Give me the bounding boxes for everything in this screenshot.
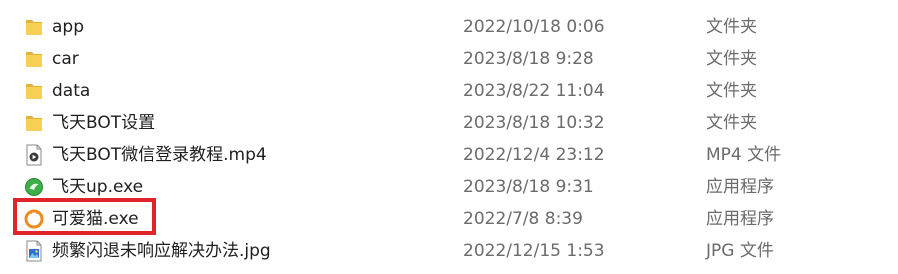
folder-icon xyxy=(26,116,42,131)
folder-icon xyxy=(26,52,42,67)
folder-icon xyxy=(26,84,42,99)
file-modified: 2023/8/18 9:28 xyxy=(463,49,594,69)
file-row-crash-fix-image[interactable]: 频繁闪退未响应解决办法.jpg 2022/12/15 1:53 JPG 文件 xyxy=(0,235,898,267)
file-modified: 2022/12/15 1:53 xyxy=(463,241,605,261)
file-row-car[interactable]: car 2023/8/18 9:28 文件夹 xyxy=(0,43,898,75)
file-row-data[interactable]: data 2023/8/22 11:04 文件夹 xyxy=(0,75,898,107)
file-name: 频繁闪退未响应解决办法.jpg xyxy=(52,241,271,261)
file-name: data xyxy=(52,81,91,101)
file-modified: 2023/8/18 10:32 xyxy=(463,113,605,133)
file-row-feitian-up[interactable]: 飞天up.exe 2023/8/18 9:31 应用程序 xyxy=(0,171,898,203)
file-type: 文件夹 xyxy=(706,17,757,37)
file-name: 飞天BOT微信登录教程.mp4 xyxy=(52,145,267,165)
file-modified: 2022/12/4 23:12 xyxy=(463,145,605,165)
file-name: 可爱猫.exe xyxy=(52,209,139,229)
file-type: 文件夹 xyxy=(706,113,757,133)
video-file-icon xyxy=(26,144,42,166)
file-type: JPG 文件 xyxy=(706,241,774,261)
file-type: MP4 文件 xyxy=(706,145,782,165)
file-type: 应用程序 xyxy=(706,209,774,229)
image-file-icon xyxy=(26,240,42,262)
file-modified: 2022/10/18 0:06 xyxy=(463,17,605,37)
file-row-keaimao[interactable]: 可爱猫.exe 2022/7/8 8:39 应用程序 xyxy=(0,203,898,235)
file-name: car xyxy=(52,49,79,69)
file-type: 文件夹 xyxy=(706,49,757,69)
file-modified: 2022/7/8 8:39 xyxy=(463,209,583,229)
green-app-icon xyxy=(25,178,43,196)
file-row-app[interactable]: app 2022/10/18 0:06 文件夹 xyxy=(0,11,898,43)
file-type: 应用程序 xyxy=(706,177,774,197)
file-row-tutorial-video[interactable]: 飞天BOT微信登录教程.mp4 2022/12/4 23:12 MP4 文件 xyxy=(0,139,898,171)
file-list: app 2022/10/18 0:06 文件夹 car 2023/8/18 9:… xyxy=(0,11,898,267)
cat-app-icon xyxy=(24,209,44,229)
file-type: 文件夹 xyxy=(706,81,757,101)
file-row-bot-settings[interactable]: 飞天BOT设置 2023/8/18 10:32 文件夹 xyxy=(0,107,898,139)
file-name: 飞天BOT设置 xyxy=(52,113,156,133)
file-name: app xyxy=(52,17,84,37)
folder-icon xyxy=(26,20,42,35)
file-modified: 2023/8/22 11:04 xyxy=(463,81,605,101)
file-modified: 2023/8/18 9:31 xyxy=(463,177,594,197)
file-name: 飞天up.exe xyxy=(52,177,144,197)
